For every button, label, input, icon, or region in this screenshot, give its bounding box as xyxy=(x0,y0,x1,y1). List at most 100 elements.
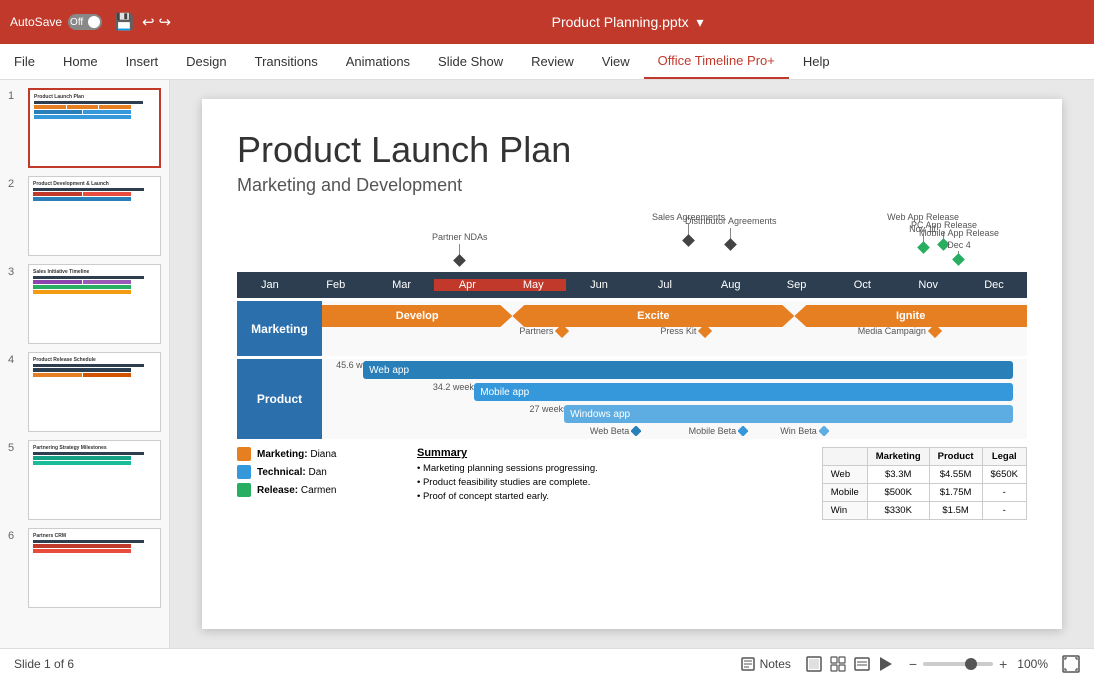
menu-slideshow[interactable]: Slide Show xyxy=(424,44,517,79)
milestone-partner-ndas: Partner NDAs xyxy=(432,232,488,265)
slide-thumb-1[interactable]: 1 Product Launch Plan xyxy=(8,88,161,168)
product-section: Product 45.6 weeks Web app 34.2 weeks Mo… xyxy=(237,359,1027,439)
budget-mobile-legal: - xyxy=(982,484,1026,502)
legend-release-color xyxy=(237,483,251,497)
slide-canvas: Product Launch Plan Marketing and Develo… xyxy=(202,99,1062,629)
bottom-info: Marketing: Diana Technical: Dan Release:… xyxy=(237,447,1027,520)
slide-thumb-3[interactable]: 3 Sales Initiative Timeline xyxy=(8,264,161,344)
slide-thumb-6[interactable]: 6 Partners CRM xyxy=(8,528,161,608)
mediacampaign-icon xyxy=(928,324,942,338)
summary-title: Summary xyxy=(417,447,802,459)
slide-count: Slide 1 of 6 xyxy=(14,657,74,671)
milestone-mediacampaign: Media Campaign xyxy=(858,324,942,338)
titlebar: AutoSave Off 💾 ↩ ↪ Product Planning.pptx… xyxy=(0,0,1094,44)
menu-animations[interactable]: Animations xyxy=(332,44,424,79)
milestone-partners: Partners xyxy=(519,324,569,338)
month-oct: Oct xyxy=(829,279,895,291)
slide-preview-4[interactable]: Product Release Schedule xyxy=(28,352,161,432)
zoom-minus[interactable]: − xyxy=(909,656,917,672)
menu-help[interactable]: Help xyxy=(789,44,844,79)
month-nov: Nov xyxy=(895,279,961,291)
edit-area: Product Launch Plan Marketing and Develo… xyxy=(170,80,1094,648)
menu-office-timeline[interactable]: Office Timeline Pro+ xyxy=(644,44,789,79)
legend-marketing: Marketing: Diana xyxy=(237,447,397,461)
slide-thumb-2[interactable]: 2 Product Development & Launch xyxy=(8,176,161,256)
phase-develop: Develop xyxy=(322,305,512,327)
summary-box: Summary Marketing planning sessions prog… xyxy=(417,447,802,520)
slide-preview-5[interactable]: Partnering Strategy Milestones xyxy=(28,440,161,520)
legend-marketing-color xyxy=(237,447,251,461)
menu-view[interactable]: View xyxy=(588,44,644,79)
zoom-thumb xyxy=(965,658,977,670)
budget-header-row xyxy=(822,448,867,466)
slide-preview-3[interactable]: Sales Initiative Timeline xyxy=(28,264,161,344)
menu-review[interactable]: Review xyxy=(517,44,588,79)
slide-subtitle: Marketing and Development xyxy=(237,175,1027,196)
budget-mobile-marketing: $500K xyxy=(867,484,929,502)
slide-sorter-icon[interactable] xyxy=(829,655,847,673)
month-dec: Dec xyxy=(961,279,1027,291)
menu-design[interactable]: Design xyxy=(172,44,240,79)
undo-icon[interactable]: ↩ xyxy=(142,13,155,31)
menu-insert[interactable]: Insert xyxy=(112,44,173,79)
normal-view-icon[interactable] xyxy=(805,655,823,673)
milestone-mobileapp: Mobile App ReleaseDec 4 xyxy=(919,228,999,264)
menu-file[interactable]: File xyxy=(0,44,49,79)
slide-preview-6[interactable]: Partners CRM xyxy=(28,528,161,608)
win-beta-icon xyxy=(819,426,829,436)
save-icon[interactable]: 💾 xyxy=(114,12,134,32)
budget-mobile-label: Mobile xyxy=(822,484,867,502)
webapp-bar: Web app xyxy=(363,361,1013,379)
redo-icon[interactable]: ↪ xyxy=(159,13,172,31)
legend: Marketing: Diana Technical: Dan Release:… xyxy=(237,447,397,520)
legend-release: Release: Carmen xyxy=(237,483,397,497)
legend-technical-color xyxy=(237,465,251,479)
slide-preview-2[interactable]: Product Development & Launch xyxy=(28,176,161,256)
timeline-container: Partner NDAs Sales Agreements Distributo… xyxy=(237,212,1027,439)
slideshow-view-icon[interactable] xyxy=(877,655,895,673)
view-buttons xyxy=(805,655,895,673)
product-rows: 45.6 weeks Web app 34.2 weeks Mobile app… xyxy=(322,359,1027,439)
marketing-label: Marketing xyxy=(237,301,322,356)
slide-thumb-5[interactable]: 5 Partnering Strategy Milestones xyxy=(8,440,161,520)
slide-preview-1[interactable]: Product Launch Plan xyxy=(28,88,161,168)
milestone-labels: Partner NDAs Sales Agreements Distributo… xyxy=(237,212,1027,272)
budget-row-mobile: Mobile $500K $1.75M - xyxy=(822,484,1026,502)
summary-item-3: Proof of concept started early. xyxy=(417,491,802,502)
summary-item-1: Marketing planning sessions progressing. xyxy=(417,463,802,474)
main-area: 1 Product Launch Plan 2 Product Developm… xyxy=(0,80,1094,648)
budget-header-legal: Legal xyxy=(982,448,1026,466)
budget-table-container: Marketing Product Legal Web $3.3M $4.55M… xyxy=(822,447,1027,520)
partners-icon xyxy=(555,324,569,338)
menu-transitions[interactable]: Transitions xyxy=(241,44,332,79)
budget-web-legal: $650K xyxy=(982,466,1026,484)
notes-label: Notes xyxy=(760,657,791,671)
budget-win-marketing: $330K xyxy=(867,502,929,520)
budget-row-win: Win $330K $1.5M - xyxy=(822,502,1026,520)
month-jun: Jun xyxy=(566,279,632,291)
autosave-control[interactable]: AutoSave Off xyxy=(10,14,102,30)
zoom-plus[interactable]: + xyxy=(999,656,1007,672)
statusbar-right: Notes − xyxy=(740,655,1080,673)
slide-thumb-4[interactable]: 4 Product Release Schedule xyxy=(8,352,161,432)
summary-item-2: Product feasibility studies are complete… xyxy=(417,477,802,488)
month-jul: Jul xyxy=(632,279,698,291)
fit-window-icon[interactable] xyxy=(1062,655,1080,673)
marketing-section: Marketing Develop Excite Ignite Partners xyxy=(237,301,1027,356)
reading-view-icon[interactable] xyxy=(853,655,871,673)
budget-web-label: Web xyxy=(822,466,867,484)
budget-web-product: $4.55M xyxy=(929,466,982,484)
toggle-state: Off xyxy=(70,17,83,28)
menu-home[interactable]: Home xyxy=(49,44,112,79)
autosave-toggle[interactable]: Off xyxy=(68,14,102,30)
month-bar: Jan Feb Mar Apr May Jun Jul Aug Sep Oct … xyxy=(237,272,1027,298)
milestone-distributor: Distributor Agreements xyxy=(685,216,777,249)
autosave-label: AutoSave xyxy=(10,15,62,29)
toggle-knob xyxy=(88,16,100,28)
menubar: File Home Insert Design Transitions Anim… xyxy=(0,44,1094,80)
month-apr: Apr xyxy=(434,279,500,291)
zoom-control: − + 100% xyxy=(909,656,1048,672)
zoom-slider[interactable] xyxy=(923,662,993,666)
mobileapp-bar: Mobile app xyxy=(474,383,1013,401)
notes-button[interactable]: Notes xyxy=(740,656,791,672)
